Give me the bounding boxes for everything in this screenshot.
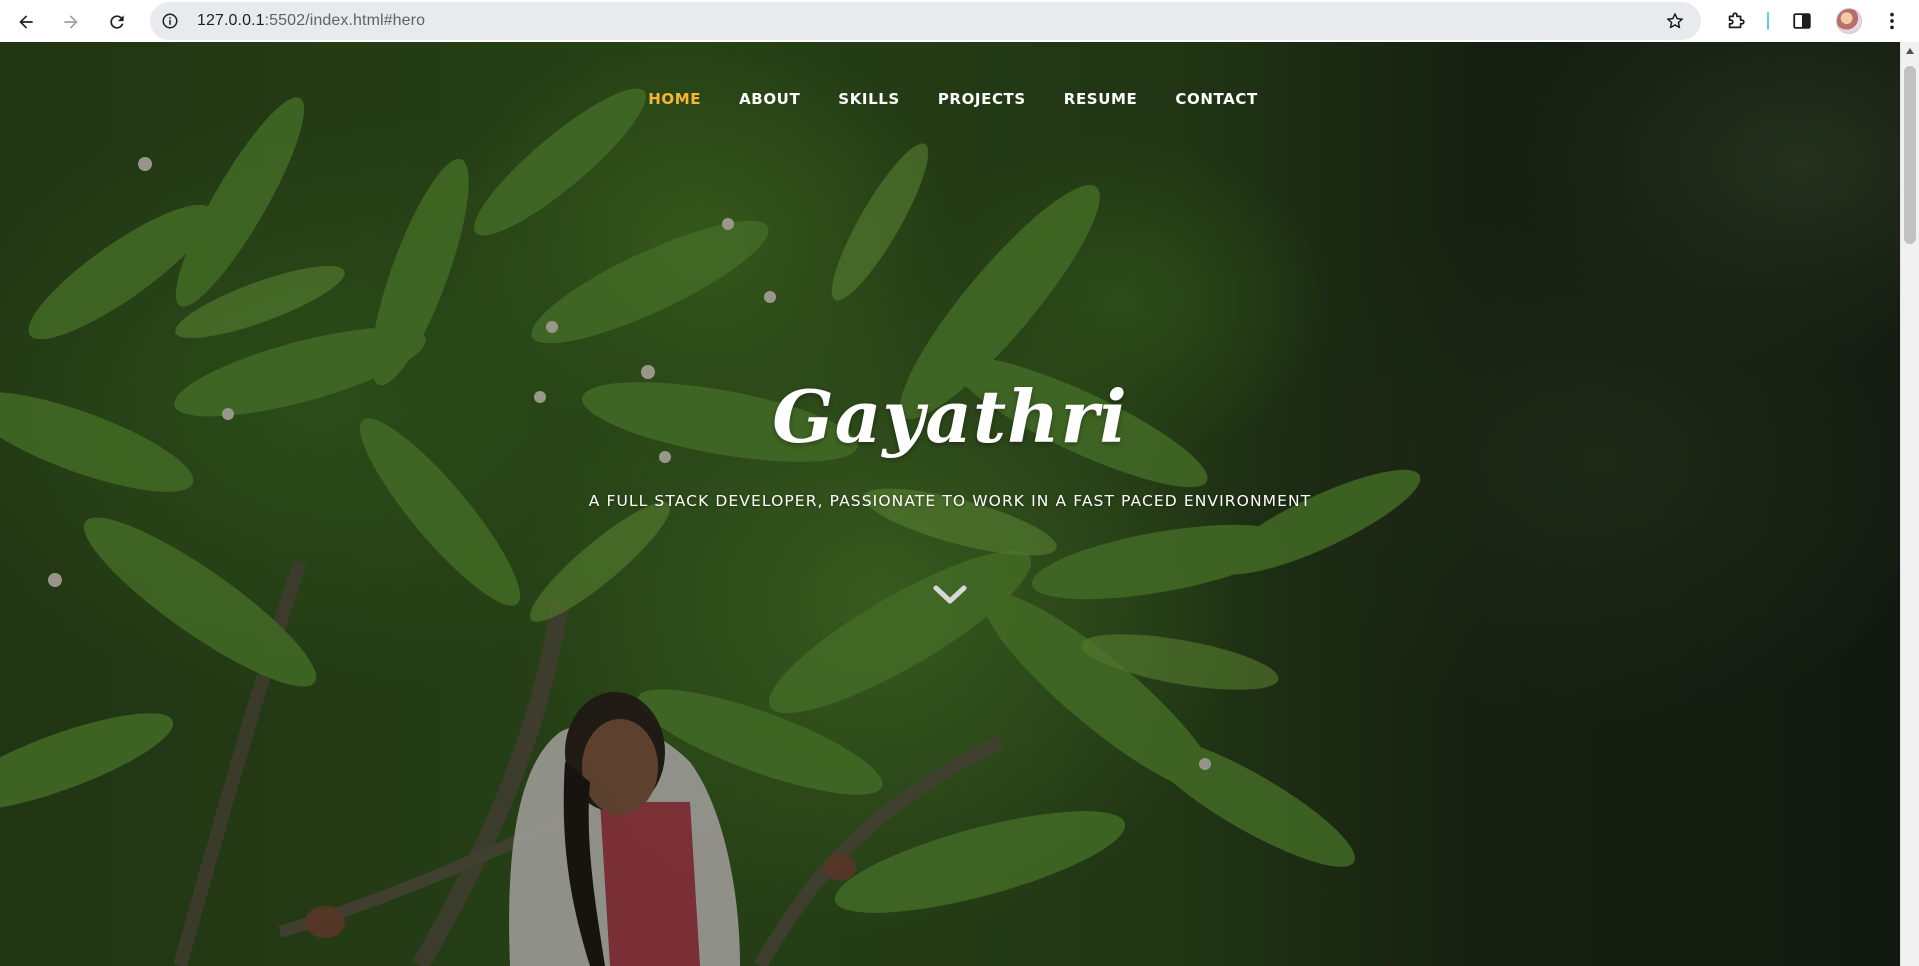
extensions-button[interactable] [1724, 9, 1748, 33]
hero-subtitle: A FULL STACK DEVELOPER, PASSIONATE TO WO… [588, 492, 1312, 510]
nav-link-resume[interactable]: RESUME [1045, 90, 1157, 108]
url-text[interactable]: 127.0.0.1:5502/index.html#hero [197, 12, 425, 30]
puzzle-icon [1728, 12, 1745, 29]
side-panel-icon [1793, 13, 1811, 29]
chevron-down-icon [933, 585, 967, 604]
page-scrollbar[interactable] [1900, 42, 1919, 966]
page-viewport: HOME ABOUT SKILLS PROJECTS RESUME CONTAC… [0, 42, 1900, 966]
arrow-left-icon [19, 15, 33, 29]
scroll-down-button[interactable] [925, 580, 975, 610]
nav-link-home[interactable]: HOME [629, 90, 720, 108]
arrow-right-icon [64, 15, 78, 29]
star-icon[interactable] [1665, 11, 1685, 31]
forward-button[interactable] [55, 6, 87, 38]
nav-link-contact[interactable]: CONTACT [1156, 90, 1276, 108]
profile-avatar[interactable] [1836, 8, 1862, 34]
scroll-up-arrow-icon[interactable] [1906, 48, 1914, 54]
nav-link-skills[interactable]: SKILLS [819, 90, 919, 108]
address-bar[interactable]: 127.0.0.1:5502/index.html#hero [150, 2, 1701, 40]
nav-link-about[interactable]: ABOUT [720, 90, 819, 108]
kebab-menu-icon [1890, 12, 1894, 30]
side-panel-button[interactable] [1790, 9, 1814, 33]
info-icon[interactable] [161, 12, 179, 30]
toolbar-divider [1767, 12, 1769, 30]
reload-icon [110, 15, 124, 29]
hero-name-heading: Gayathri [772, 374, 1128, 459]
scrollbar-thumb[interactable] [1904, 66, 1916, 244]
browser-menu-button[interactable] [1880, 9, 1904, 33]
browser-toolbar: 127.0.0.1:5502/index.html#hero [0, 0, 1919, 42]
url-path: :5502/index.html#hero [264, 12, 426, 29]
url-host: 127.0.0.1 [197, 12, 265, 29]
back-button[interactable] [10, 6, 42, 38]
nav-link-projects[interactable]: PROJECTS [919, 90, 1045, 108]
main-navigation: HOME ABOUT SKILLS PROJECTS RESUME CONTAC… [0, 90, 1900, 108]
reload-button[interactable] [101, 6, 133, 38]
